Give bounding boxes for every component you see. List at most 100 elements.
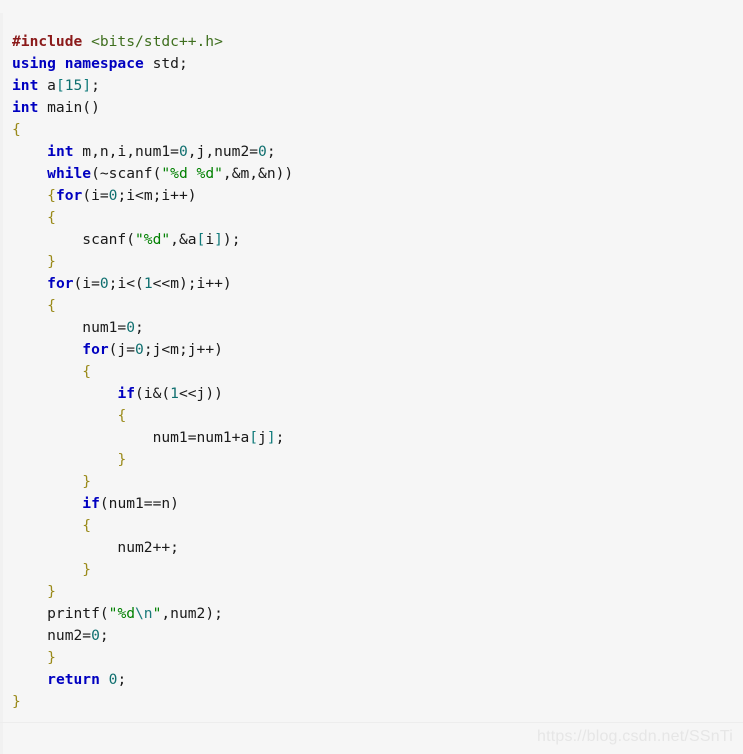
code-line: scanf("%d",&a[i]); — [3, 229, 743, 251]
code-token-num: 15 — [64, 77, 83, 94]
code-token-brace: { — [12, 121, 21, 138]
code-token-plain: ; — [275, 429, 285, 446]
code-token-plain: a — [38, 77, 56, 94]
code-token-brace: } — [47, 253, 56, 270]
code-line: { — [3, 119, 743, 141]
code-token-plain: ;i<m;i++) — [117, 187, 197, 204]
code-token-num: 0 — [126, 319, 136, 336]
code-token-plain: (num1==n) — [99, 495, 179, 512]
code-token-brk: ] — [266, 429, 276, 446]
code-line: num2++; — [3, 537, 743, 559]
code-token-kw: for — [82, 341, 109, 358]
code-line: } — [3, 449, 743, 471]
code-token-plain: scanf( — [12, 231, 136, 248]
code-token-plain: j — [258, 429, 267, 446]
code-token-num: 1 — [143, 275, 153, 292]
code-token-brace: } — [117, 451, 127, 468]
code-token-plain: num2++; — [12, 539, 179, 556]
code-token-kw: int — [47, 143, 74, 160]
code-token-brace: { — [82, 517, 92, 534]
code-token-plain: (i&( — [135, 385, 171, 402]
code-token-plain: ;i<( — [108, 275, 144, 292]
code-token-brk: [ — [249, 429, 259, 446]
code-line: { — [3, 207, 743, 229]
code-token-num: 0 — [258, 143, 267, 160]
code-token-brace: } — [47, 583, 56, 600]
code-token-kw: int — [12, 99, 39, 116]
code-line: } — [3, 471, 743, 493]
code-line: num1=num1+a[j]; — [3, 427, 743, 449]
code-token-plain: ); — [222, 231, 241, 248]
code-token-plain: i — [205, 231, 215, 248]
code-line: return 0; — [3, 669, 743, 691]
code-token-plain: ; — [117, 671, 127, 688]
code-token-brk: ] — [82, 77, 92, 94]
code-token-plain: ; — [135, 319, 144, 336]
code-token-brace: { — [82, 363, 92, 380]
code-token-kw: while — [47, 165, 92, 182]
code-token-plain: ; — [91, 77, 100, 94]
code-token-brace: } — [82, 561, 92, 578]
code-token-kw: for — [55, 187, 83, 204]
code-token-plain: ;j<m;j++) — [143, 341, 223, 358]
code-token-plain: (i= — [73, 275, 100, 292]
code-line: for(i=0;i<(1<<m);i++) — [3, 273, 743, 295]
code-token-str: "%d — [108, 605, 136, 622]
code-line: { — [3, 405, 743, 427]
code-token-str: "%d" — [135, 231, 171, 248]
code-token-plain: std; — [143, 55, 188, 72]
code-token-brace: { — [47, 187, 56, 204]
code-line: int main() — [3, 97, 743, 119]
code-line: } — [3, 559, 743, 581]
code-token-plain: num2= — [12, 627, 92, 644]
code-token-brk: [ — [55, 77, 65, 94]
code-token-brace: { — [47, 209, 56, 226]
code-token-brace: } — [82, 473, 92, 490]
code-token-kw: if — [117, 385, 136, 402]
code-block[interactable]: #include <bits/stdc++.h> using namespace … — [0, 13, 743, 754]
code-line: if(num1==n) — [3, 493, 743, 515]
code-token-plain: num1= — [12, 319, 127, 336]
code-token-plain: ,j,num2= — [187, 143, 259, 160]
code-token-plain: printf( — [12, 605, 109, 622]
code-token-plain: (j= — [108, 341, 136, 358]
code-line: int m,n,i,num1=0,j,num2=0; — [3, 141, 743, 163]
code-token-plain: num1=num1+a — [12, 429, 250, 446]
code-line: while(~scanf("%d %d",&m,&n)) — [3, 163, 743, 185]
code-line: } — [3, 691, 743, 713]
code-token-kw: return — [47, 671, 100, 688]
code-line: num1=0; — [3, 317, 743, 339]
code-line: printf("%d\n",num2); — [3, 603, 743, 625]
code-line: { — [3, 515, 743, 537]
code-screenshot: #include <bits/stdc++.h> using namespace … — [0, 0, 743, 754]
code-token-kw: for — [47, 275, 74, 292]
code-token-pre: #include — [12, 33, 92, 50]
code-token-kw: if — [82, 495, 100, 512]
code-token-plain: (i= — [82, 187, 109, 204]
code-token-plain: <<m);i++) — [152, 275, 232, 292]
code-token-num: 0 — [99, 275, 109, 292]
code-line: #include <bits/stdc++.h> — [3, 31, 743, 53]
code-line: } — [3, 581, 743, 603]
code-token-brace: { — [117, 407, 127, 424]
code-token-brace: } — [47, 649, 56, 666]
code-line: {for(i=0;i<m;i++) — [3, 185, 743, 207]
code-token-num: 0 — [135, 341, 144, 358]
code-token-plain: ,num2); — [161, 605, 223, 622]
code-token-esc: \n — [135, 605, 153, 622]
code-token-plain: main() — [38, 99, 100, 116]
code-token-plain: ; — [99, 627, 109, 644]
